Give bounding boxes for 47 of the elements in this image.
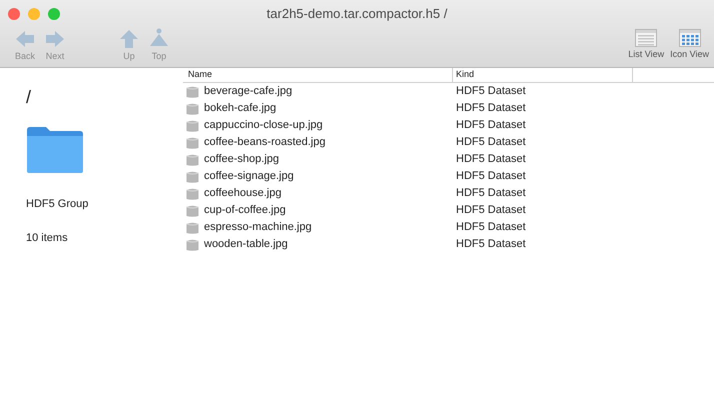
item-count: 10 items [26,230,69,246]
database-icon [186,238,199,250]
table-cell-text: HDF5 Dataset [455,84,526,100]
arrow-icon [118,28,140,50]
database-icon [186,222,199,234]
file-name: coffee-signage.jpg [204,169,294,184]
column-header[interactable]: Name [183,68,453,82]
file-name: cappuccino-close-up.jpg [204,118,323,134]
folder-icon [26,126,84,174]
file-name: bokeh-cafe.jpg [204,101,276,116]
table-cell-text: HDF5 Dataset [455,101,526,116]
table-cell-text: HDF5 Dataset [455,220,526,236]
file-name: coffeehouse.jpg [204,186,282,202]
database-icon [186,136,199,148]
table-cell-text: HDF5 Dataset [455,237,526,252]
database-icon [186,188,199,200]
database-icon [186,204,199,216]
view-button[interactable]: List View [627,29,666,61]
view-button[interactable]: Icon View [669,29,710,61]
kind-label: HDF5 Group [26,197,90,212]
file-name: coffee-beans-roasted.jpg [204,135,326,150]
table-cell-text: HDF5 Dataset [455,135,526,150]
file-name: coffee-shop.jpg [204,152,280,168]
file-name: wooden-table.jpg [204,237,288,252]
window-title: tar2h5-demo.tar.compactor.h5 / [266,5,448,24]
column-header[interactable]: Kind [453,68,633,82]
file-name: espresso-machine.jpg [204,220,312,236]
database-icon [186,154,199,166]
minimize-button[interactable] [28,8,40,20]
path-label: / [26,86,32,108]
file-name: cup-of-coffee.jpg [204,203,286,218]
table-cell-text: HDF5 Dataset [455,169,526,184]
table-cell-text: HDF5 Dataset [455,203,526,218]
arrow-icon [14,28,36,50]
arrow-icon [44,28,66,50]
list-view-icon [635,29,658,47]
table-cell-text: HDF5 Dataset [455,152,526,168]
database-icon [186,86,199,98]
database-icon [186,102,199,114]
database-icon [186,120,199,132]
close-button[interactable] [8,8,20,20]
database-icon [186,170,199,182]
file-name: beverage-cafe.jpg [204,84,292,100]
table-cell-text: HDF5 Dataset [455,186,526,202]
table-cell-text: HDF5 Dataset [455,118,526,134]
icon-view-icon [678,29,701,47]
zoom-button[interactable] [48,8,60,20]
